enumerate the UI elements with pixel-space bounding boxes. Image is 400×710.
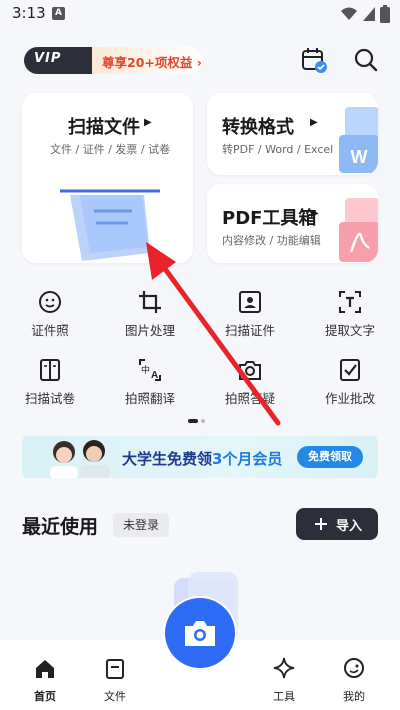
pdf-card-arrow-icon: ▶	[311, 208, 319, 219]
pdf-card-title: PDF工具箱	[222, 208, 317, 229]
tool-scan-exam[interactable]: 扫描试卷	[5, 358, 95, 418]
tool-extract-text[interactable]: 提取文字	[305, 290, 395, 350]
promo-text-prefix: 大学生免费领	[122, 450, 213, 468]
import-button-label: 导入	[336, 519, 363, 534]
vip-benefits-text: 尊享20+项权益 ›	[102, 55, 202, 70]
tool-label: 证件照	[31, 323, 69, 338]
translate-icon: 中A	[139, 359, 161, 381]
convert-card-title: 转换格式	[222, 117, 294, 138]
promo-claim-button[interactable]: 免费领取	[297, 446, 363, 468]
status-bar: 3:13 A	[0, 0, 400, 28]
tool-label: 扫描试卷	[24, 391, 75, 406]
promo-banner[interactable]: 大学生免费领 3个月会员 免费领取	[22, 436, 378, 478]
recent-title: 最近使用	[22, 516, 99, 538]
calendar-check-icon[interactable]	[300, 46, 328, 74]
tool-id-photo[interactable]: 证件照	[5, 290, 95, 350]
word-file-icon: W	[339, 107, 378, 173]
tool-image-process[interactable]: 图片处理	[105, 290, 195, 350]
sparkle-tools-icon	[273, 657, 295, 679]
nav-home[interactable]: 首页	[15, 644, 75, 704]
tool-photo-question[interactable]: 拍照答疑	[205, 358, 295, 418]
tool-label: 拍照答疑	[224, 391, 275, 406]
profile-icon	[344, 658, 364, 678]
pdf-toolbox-card[interactable]: PDF工具箱 ▶ 内容修改 / 功能编辑	[207, 184, 378, 263]
import-button[interactable]: 导入	[296, 508, 378, 540]
signal-icon	[363, 7, 375, 21]
camera-button[interactable]	[165, 598, 235, 668]
page-indicator-active	[188, 419, 198, 423]
promo-text-highlight: 3个月会员	[212, 450, 283, 468]
svg-text:W: W	[351, 147, 368, 167]
notification-app-icon: A	[52, 7, 65, 20]
nav-files[interactable]: 文件	[85, 644, 145, 704]
tool-label: 拍照翻译	[124, 391, 175, 406]
status-time: 3:13	[12, 4, 46, 22]
pdf-file-icon	[339, 198, 378, 262]
nav-tools-label: 工具	[273, 690, 295, 703]
scan-document-card[interactable]: 扫描文件 ▶ 文件 / 证件 / 发票 / 试卷	[22, 93, 193, 263]
home-icon	[36, 660, 54, 678]
tool-label: 扫描证件	[224, 323, 275, 338]
nav-files-label: 文件	[104, 690, 126, 703]
id-photo-icon	[39, 291, 61, 313]
scan-document-illustration	[60, 189, 160, 261]
camera-icon	[185, 621, 215, 646]
tool-photo-translate[interactable]: 中A 拍照翻译	[105, 358, 195, 418]
pdf-card-subtitle: 内容修改 / 功能编辑	[222, 234, 321, 247]
nav-mine[interactable]: 我的	[324, 644, 384, 704]
homework-check-icon	[340, 359, 360, 381]
camera-question-icon	[239, 361, 261, 380]
login-status-badge: 未登录	[113, 513, 170, 537]
convert-format-card[interactable]: 转换格式 ▶ 转PDF / Word / Excel W	[207, 93, 378, 175]
vip-badge: VIP	[34, 51, 62, 66]
page-indicator-dot	[201, 419, 205, 423]
convert-card-arrow-icon: ▶	[310, 117, 318, 128]
nav-tools[interactable]: 工具	[254, 644, 314, 704]
text-extract-icon	[339, 291, 361, 313]
id-card-icon	[239, 291, 261, 313]
plus-icon	[315, 518, 327, 530]
tool-label: 图片处理	[124, 323, 175, 338]
wifi-icon	[341, 7, 357, 20]
tool-label: 提取文字	[324, 323, 375, 338]
nav-mine-label: 我的	[343, 690, 365, 703]
students-avatar-icon	[50, 440, 110, 478]
scan-card-title: 扫描文件	[68, 117, 140, 138]
svg-text:A: A	[151, 370, 158, 381]
nav-home-label: 首页	[34, 690, 56, 703]
convert-card-subtitle: 转PDF / Word / Excel	[222, 143, 334, 156]
tool-label: 作业批改	[324, 391, 375, 406]
search-icon[interactable]	[352, 46, 380, 74]
svg-text:中: 中	[141, 364, 150, 376]
tool-scan-id[interactable]: 扫描证件	[205, 290, 295, 350]
crop-icon	[139, 291, 161, 313]
battery-icon	[380, 5, 390, 23]
tool-homework-check[interactable]: 作业批改	[305, 358, 395, 418]
file-icon	[106, 659, 124, 679]
scan-card-arrow-icon: ▶	[144, 117, 152, 128]
exam-paper-icon	[40, 359, 60, 381]
vip-banner[interactable]: VIP 尊享20+项权益 ›	[24, 47, 202, 74]
scan-card-subtitle: 文件 / 证件 / 发票 / 试卷	[50, 143, 171, 156]
